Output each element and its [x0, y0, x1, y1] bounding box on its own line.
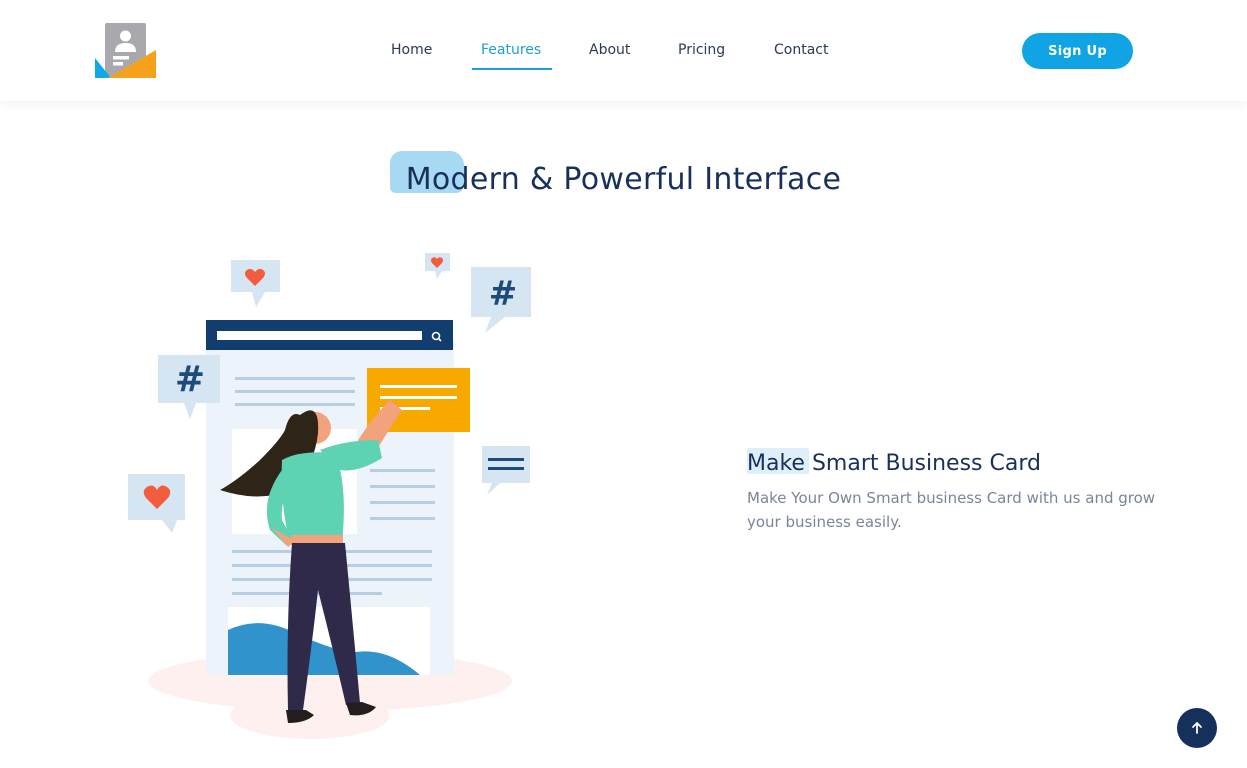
message-bubble-icon [482, 446, 530, 495]
section-title: Modern & Powerful Interface [405, 162, 842, 197]
svg-text:#: # [175, 359, 205, 400]
nav-about[interactable]: About [589, 36, 630, 64]
svg-text:#: # [489, 274, 518, 314]
feature-title: Make Smart Business Card [747, 451, 1041, 476]
active-nav-indicator [472, 68, 552, 70]
business-card-logo-icon[interactable] [94, 22, 158, 80]
sign-up-button[interactable]: Sign Up [1022, 33, 1133, 69]
nav-pricing[interactable]: Pricing [678, 36, 725, 64]
heart-bubble-icon [231, 260, 280, 307]
feature-illustration: # # [120, 245, 540, 745]
small-heart-bubble-icon [425, 253, 450, 279]
site-header: Home Features About Pricing Contact Sign… [0, 0, 1247, 101]
heart-bubble-icon [128, 474, 185, 533]
nav-features[interactable]: Features [481, 36, 541, 64]
hashtag-bubble-icon: # [471, 267, 531, 333]
nav-contact[interactable]: Contact [774, 36, 828, 64]
nav-home[interactable]: Home [391, 36, 432, 64]
arrow-up-icon [1192, 722, 1202, 734]
feature-description: Make Your Own Smart business Card with u… [747, 489, 1156, 531]
back-to-top-button[interactable] [1177, 708, 1217, 748]
